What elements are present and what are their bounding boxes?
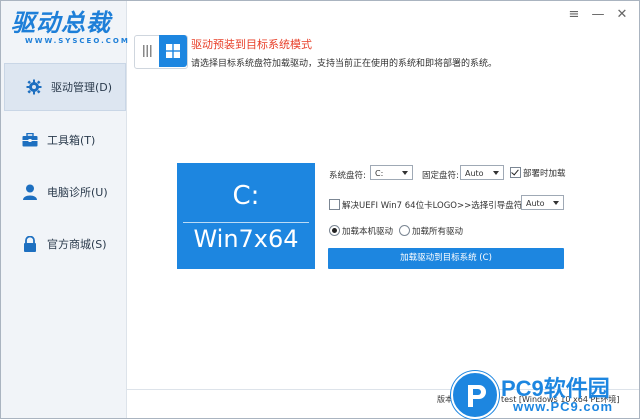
fixed-drive-label: 固定盘符: bbox=[422, 171, 459, 181]
gear-icon bbox=[23, 78, 45, 96]
sidebar-item-pc-clinic[interactable]: 电脑诊所(U) bbox=[1, 169, 126, 215]
app-logo: 驱动总裁 WWW.SYSCEO.COM bbox=[11, 9, 130, 55]
logo-text: 驱动总裁 bbox=[11, 9, 111, 37]
uefi-fix-checkbox[interactable] bbox=[329, 199, 340, 210]
close-icon[interactable]: ✕ bbox=[613, 7, 631, 23]
tile-drive-letter: C: bbox=[232, 181, 260, 211]
load-all-drivers-label: 加载所有驱动 bbox=[412, 227, 464, 237]
load-local-drivers-radio[interactable] bbox=[329, 225, 340, 236]
system-drive-label: 系统盘符: bbox=[329, 171, 366, 181]
windows-icon[interactable] bbox=[159, 35, 187, 67]
system-drive-value: C: bbox=[375, 169, 384, 178]
sidebar-item-driver-management[interactable]: 驱动管理(D) bbox=[4, 63, 126, 111]
mode-title: 驱动预装到目标系统模式 bbox=[191, 38, 312, 51]
boot-drive-value: Auto bbox=[526, 199, 545, 208]
load-local-drivers-label: 加载本机驱动 bbox=[342, 227, 394, 237]
load-drivers-button[interactable]: 加载驱动到目标系统 (C) bbox=[328, 248, 564, 269]
target-drive-tile: C: Win7x64 bbox=[177, 163, 315, 269]
menu-icon[interactable]: ≡ bbox=[565, 7, 583, 23]
system-drive-select[interactable]: C: bbox=[370, 165, 413, 180]
chevron-down-icon bbox=[402, 171, 408, 175]
user-icon bbox=[19, 183, 41, 201]
chevron-down-icon bbox=[553, 201, 559, 205]
bars-icon[interactable] bbox=[135, 36, 159, 66]
main-window: 驱动总裁 WWW.SYSCEO.COM 驱动管理(D) 工具箱(T) 电脑诊所(… bbox=[0, 0, 640, 419]
sidebar-item-label: 电脑诊所(U) bbox=[47, 186, 108, 199]
sidebar-item-label: 官方商城(S) bbox=[47, 238, 107, 251]
deploy-load-label: 部署时加载 bbox=[523, 169, 566, 179]
load-all-drivers-radio[interactable] bbox=[399, 225, 410, 236]
minimize-icon[interactable]: — bbox=[589, 7, 607, 23]
uefi-fix-label: 解决UEFI Win7 64位卡LOGO>>选择引导盘符: bbox=[342, 201, 526, 211]
fixed-drive-select[interactable]: Auto bbox=[460, 165, 504, 180]
watermark-url: www.PC9.com bbox=[513, 399, 614, 414]
sidebar: 驱动总裁 WWW.SYSCEO.COM 驱动管理(D) 工具箱(T) 电脑诊所(… bbox=[1, 1, 130, 418]
tile-os-name: Win7x64 bbox=[193, 225, 299, 253]
toolbox-icon bbox=[19, 131, 41, 149]
mode-description: 请选择目标系统盘符加载驱动，支持当前正在使用的系统和即将部署的系统。 bbox=[191, 59, 498, 69]
chevron-down-icon bbox=[493, 171, 499, 175]
tile-divider bbox=[183, 222, 309, 223]
watermark: PC9软件园 www.PC9.com bbox=[451, 367, 639, 419]
watermark-logo-icon bbox=[451, 371, 499, 419]
sidebar-item-label: 驱动管理(D) bbox=[51, 81, 113, 94]
fixed-drive-value: Auto bbox=[465, 169, 484, 178]
logo-subtext: WWW.SYSCEO.COM bbox=[25, 37, 130, 45]
sidebar-item-toolbox[interactable]: 工具箱(T) bbox=[1, 117, 126, 163]
mode-switch[interactable] bbox=[134, 35, 188, 69]
lock-icon bbox=[19, 235, 41, 253]
sidebar-item-label: 工具箱(T) bbox=[47, 134, 96, 147]
boot-drive-select[interactable]: Auto bbox=[521, 195, 564, 210]
sidebar-item-official-store[interactable]: 官方商城(S) bbox=[1, 221, 126, 267]
deploy-load-checkbox[interactable] bbox=[510, 167, 521, 178]
